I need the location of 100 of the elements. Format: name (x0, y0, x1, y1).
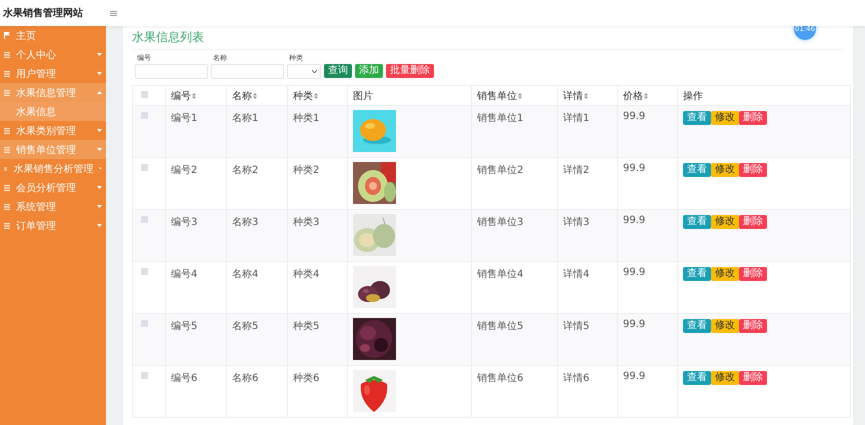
sort-icon (518, 92, 522, 98)
select-field[interactable] (287, 64, 321, 79)
list-icon (4, 184, 10, 190)
table-cell: 99.9 (623, 371, 646, 382)
table-cell: 99.9 (623, 111, 646, 122)
checkbox[interactable] (141, 216, 148, 223)
edit-button[interactable]: 修改 (711, 267, 739, 281)
table-cell: 详情3 (563, 217, 590, 228)
table-cell: 编号3 (171, 217, 198, 228)
chevron-down-icon (97, 53, 102, 56)
table-cell: 详情4 (563, 269, 590, 280)
sidebar-item[interactable]: 个人中心 (0, 45, 106, 64)
view-button[interactable]: 查看 (683, 319, 711, 333)
column-header: 详情 (563, 90, 583, 102)
sort-icon (644, 92, 648, 98)
edit-button[interactable]: 修改 (711, 163, 739, 177)
table-cell: 销售单位6 (477, 373, 524, 384)
checkbox[interactable] (141, 268, 148, 275)
table-cell: 种类1 (293, 113, 320, 124)
table-cell: 名称2 (232, 165, 258, 176)
sidebar-item[interactable]: 水果销售分析管理 (0, 159, 106, 178)
delete-button[interactable]: 删除 (739, 215, 767, 229)
input-field[interactable] (135, 64, 208, 79)
table-cell: 详情6 (563, 373, 590, 384)
sidebar-item[interactable]: 系统管理 (0, 197, 106, 216)
input-field[interactable] (211, 64, 284, 79)
chevron-down-icon (97, 72, 102, 75)
checkbox[interactable] (141, 164, 148, 171)
table-cell: 销售单位5 (477, 321, 524, 332)
table-cell: 销售单位3 (477, 217, 524, 228)
batch-delete-button[interactable]: 批量删除 (386, 64, 434, 78)
checkbox[interactable] (141, 112, 148, 119)
table-cell: 编号2 (171, 165, 198, 176)
list-icon (4, 166, 8, 172)
edit-button[interactable]: 修改 (711, 111, 739, 125)
delete-button[interactable]: 删除 (739, 163, 767, 177)
list-icon (4, 146, 10, 152)
edit-button[interactable]: 修改 (711, 371, 739, 385)
chevron-down-icon (97, 224, 102, 227)
add-button[interactable]: 添加 (355, 64, 383, 78)
table-cell: 编号4 (171, 269, 198, 280)
table-cell: 种类6 (293, 373, 320, 384)
list-icon (4, 204, 10, 210)
delete-button[interactable]: 删除 (739, 319, 767, 333)
site-title: 水果销售管理网站 (2, 6, 84, 20)
view-button[interactable]: 查看 (683, 371, 711, 385)
table-cell: 编号6 (171, 373, 198, 384)
table-cell: 名称1 (232, 113, 258, 124)
menu-icon[interactable] (110, 10, 117, 16)
list-icon (4, 90, 10, 96)
table-cell: 99.9 (623, 267, 646, 278)
column-header: 操作 (683, 90, 703, 102)
sort-icon (253, 92, 257, 98)
checkbox[interactable] (141, 372, 148, 379)
view-button[interactable]: 查看 (683, 215, 711, 229)
sidebar-item[interactable]: 水果信息管理 (0, 83, 106, 102)
sort-icon (584, 92, 588, 98)
chevron-down-icon (97, 186, 102, 189)
table-cell: 99.9 (623, 163, 646, 174)
sidebar-item[interactable]: 销售单位管理 (0, 140, 106, 159)
table-cell: 名称6 (232, 373, 258, 384)
table-cell: 种类2 (293, 165, 320, 176)
search-button[interactable]: 查询 (324, 64, 352, 78)
delete-button[interactable]: 删除 (739, 267, 767, 281)
table-cell: 99.9 (623, 319, 646, 330)
column-header: 种类 (293, 90, 313, 102)
table-cell: 名称5 (232, 321, 258, 332)
delete-button[interactable]: 删除 (739, 371, 767, 385)
checkbox[interactable] (141, 91, 148, 98)
sidebar-subitem[interactable]: 水果信息 (0, 102, 106, 121)
list-icon (4, 222, 10, 228)
table-cell: 种类3 (293, 217, 320, 228)
edit-button[interactable]: 修改 (711, 215, 739, 229)
edit-button[interactable]: 修改 (711, 319, 739, 333)
table-cell: 99.9 (623, 215, 646, 226)
chevron-down-icon (97, 205, 102, 208)
column-header: 图片 (353, 90, 373, 102)
sidebar-item[interactable]: 用户管理 (0, 64, 106, 83)
table-cell: 编号1 (171, 113, 198, 124)
table-cell: 详情2 (563, 165, 590, 176)
delete-button[interactable]: 删除 (739, 111, 767, 125)
table-cell: 种类4 (293, 269, 320, 280)
table-cell: 编号5 (171, 321, 198, 332)
list-icon (4, 128, 10, 134)
chevron-down-icon (312, 70, 317, 73)
list-icon (4, 52, 10, 58)
table-cell: 销售单位2 (477, 165, 524, 176)
view-button[interactable]: 查看 (683, 267, 711, 281)
checkbox[interactable] (141, 320, 148, 327)
table-cell: 名称4 (232, 269, 258, 280)
view-button[interactable]: 查看 (683, 163, 711, 177)
sidebar-item[interactable]: 订单管理 (0, 216, 106, 235)
flag-icon (4, 32, 10, 39)
chevron-down-icon (97, 129, 102, 132)
table-cell: 名称3 (232, 217, 258, 228)
sidebar-item[interactable]: 水果类别管理 (0, 121, 106, 140)
view-button[interactable]: 查看 (683, 111, 711, 125)
sidebar-item[interactable]: 主页 (0, 26, 106, 45)
sidebar-item[interactable]: 会员分析管理 (0, 178, 106, 197)
column-header: 销售单位 (477, 90, 517, 102)
